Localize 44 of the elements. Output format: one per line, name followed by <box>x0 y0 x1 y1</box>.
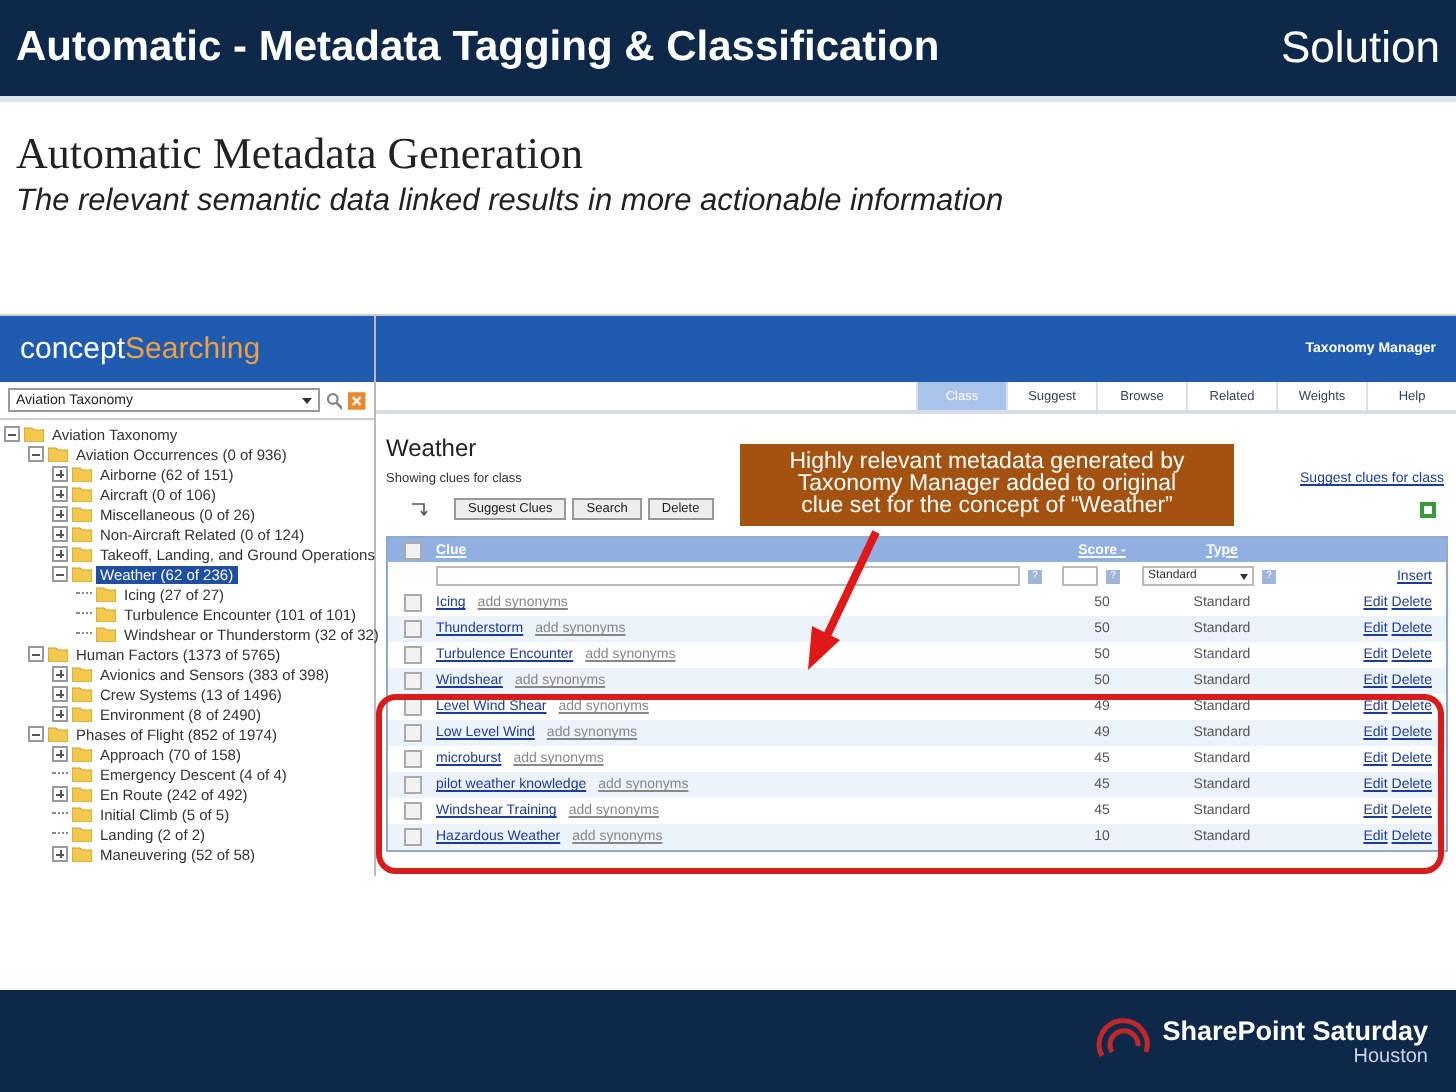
checkbox[interactable] <box>403 828 421 846</box>
checkbox[interactable] <box>403 594 421 612</box>
checkbox[interactable] <box>403 672 421 690</box>
expand-toggle[interactable] <box>52 666 68 682</box>
expand-toggle[interactable] <box>28 726 44 742</box>
expand-toggle[interactable] <box>52 466 68 482</box>
checkbox[interactable] <box>403 776 421 794</box>
callout-note: Highly relevant metadata generated by Taxonomy Manager added to original clue set for the concept of “Weather” <box>740 444 1234 526</box>
expand-toggle[interactable] <box>52 746 68 762</box>
expand-toggle[interactable] <box>52 706 68 722</box>
expand-toggle[interactable] <box>52 546 68 562</box>
expand-toggle[interactable] <box>52 786 68 802</box>
section-label: Solution <box>1280 22 1440 74</box>
slide-subheading: The relevant semantic data linked results in more actionable information <box>16 184 1004 220</box>
expand-toggle[interactable] <box>52 566 68 582</box>
close-icon[interactable] <box>348 391 366 409</box>
expand-toggle[interactable] <box>52 486 68 502</box>
expand-toggle[interactable] <box>28 446 44 462</box>
score-filter-field[interactable] <box>1062 566 1098 586</box>
slide-title: Automatic - Metadata Tagging & Classification <box>16 24 940 72</box>
clue-filter-field[interactable] <box>436 566 1020 586</box>
expand-toggle[interactable] <box>4 426 20 442</box>
event-city: Houston <box>1353 1045 1428 1067</box>
search-icon[interactable] <box>325 391 343 409</box>
checkbox[interactable] <box>403 620 421 638</box>
expand-toggle[interactable] <box>52 526 68 542</box>
checkbox[interactable] <box>403 724 421 742</box>
checkbox[interactable] <box>403 646 421 664</box>
expand-toggle[interactable] <box>52 506 68 522</box>
checkbox[interactable] <box>403 750 421 768</box>
expand-toggle[interactable] <box>28 646 44 662</box>
expand-toggle[interactable] <box>52 686 68 702</box>
caret-icon <box>301 397 312 403</box>
slide-heading: Automatic Metadata Generation <box>16 128 583 180</box>
event-logo-text: SharePoint Saturday <box>1162 1015 1428 1045</box>
export-icon[interactable] <box>1420 501 1436 517</box>
caret-icon <box>1240 573 1248 579</box>
brand-logo: conceptSearching <box>18 332 261 366</box>
expand-toggle[interactable] <box>52 846 68 862</box>
checkbox[interactable] <box>403 541 421 559</box>
class-title: Weather <box>386 434 477 462</box>
corner-arrow-icon <box>410 502 428 516</box>
pointer-arrow <box>808 530 880 670</box>
checkbox[interactable] <box>403 802 421 820</box>
